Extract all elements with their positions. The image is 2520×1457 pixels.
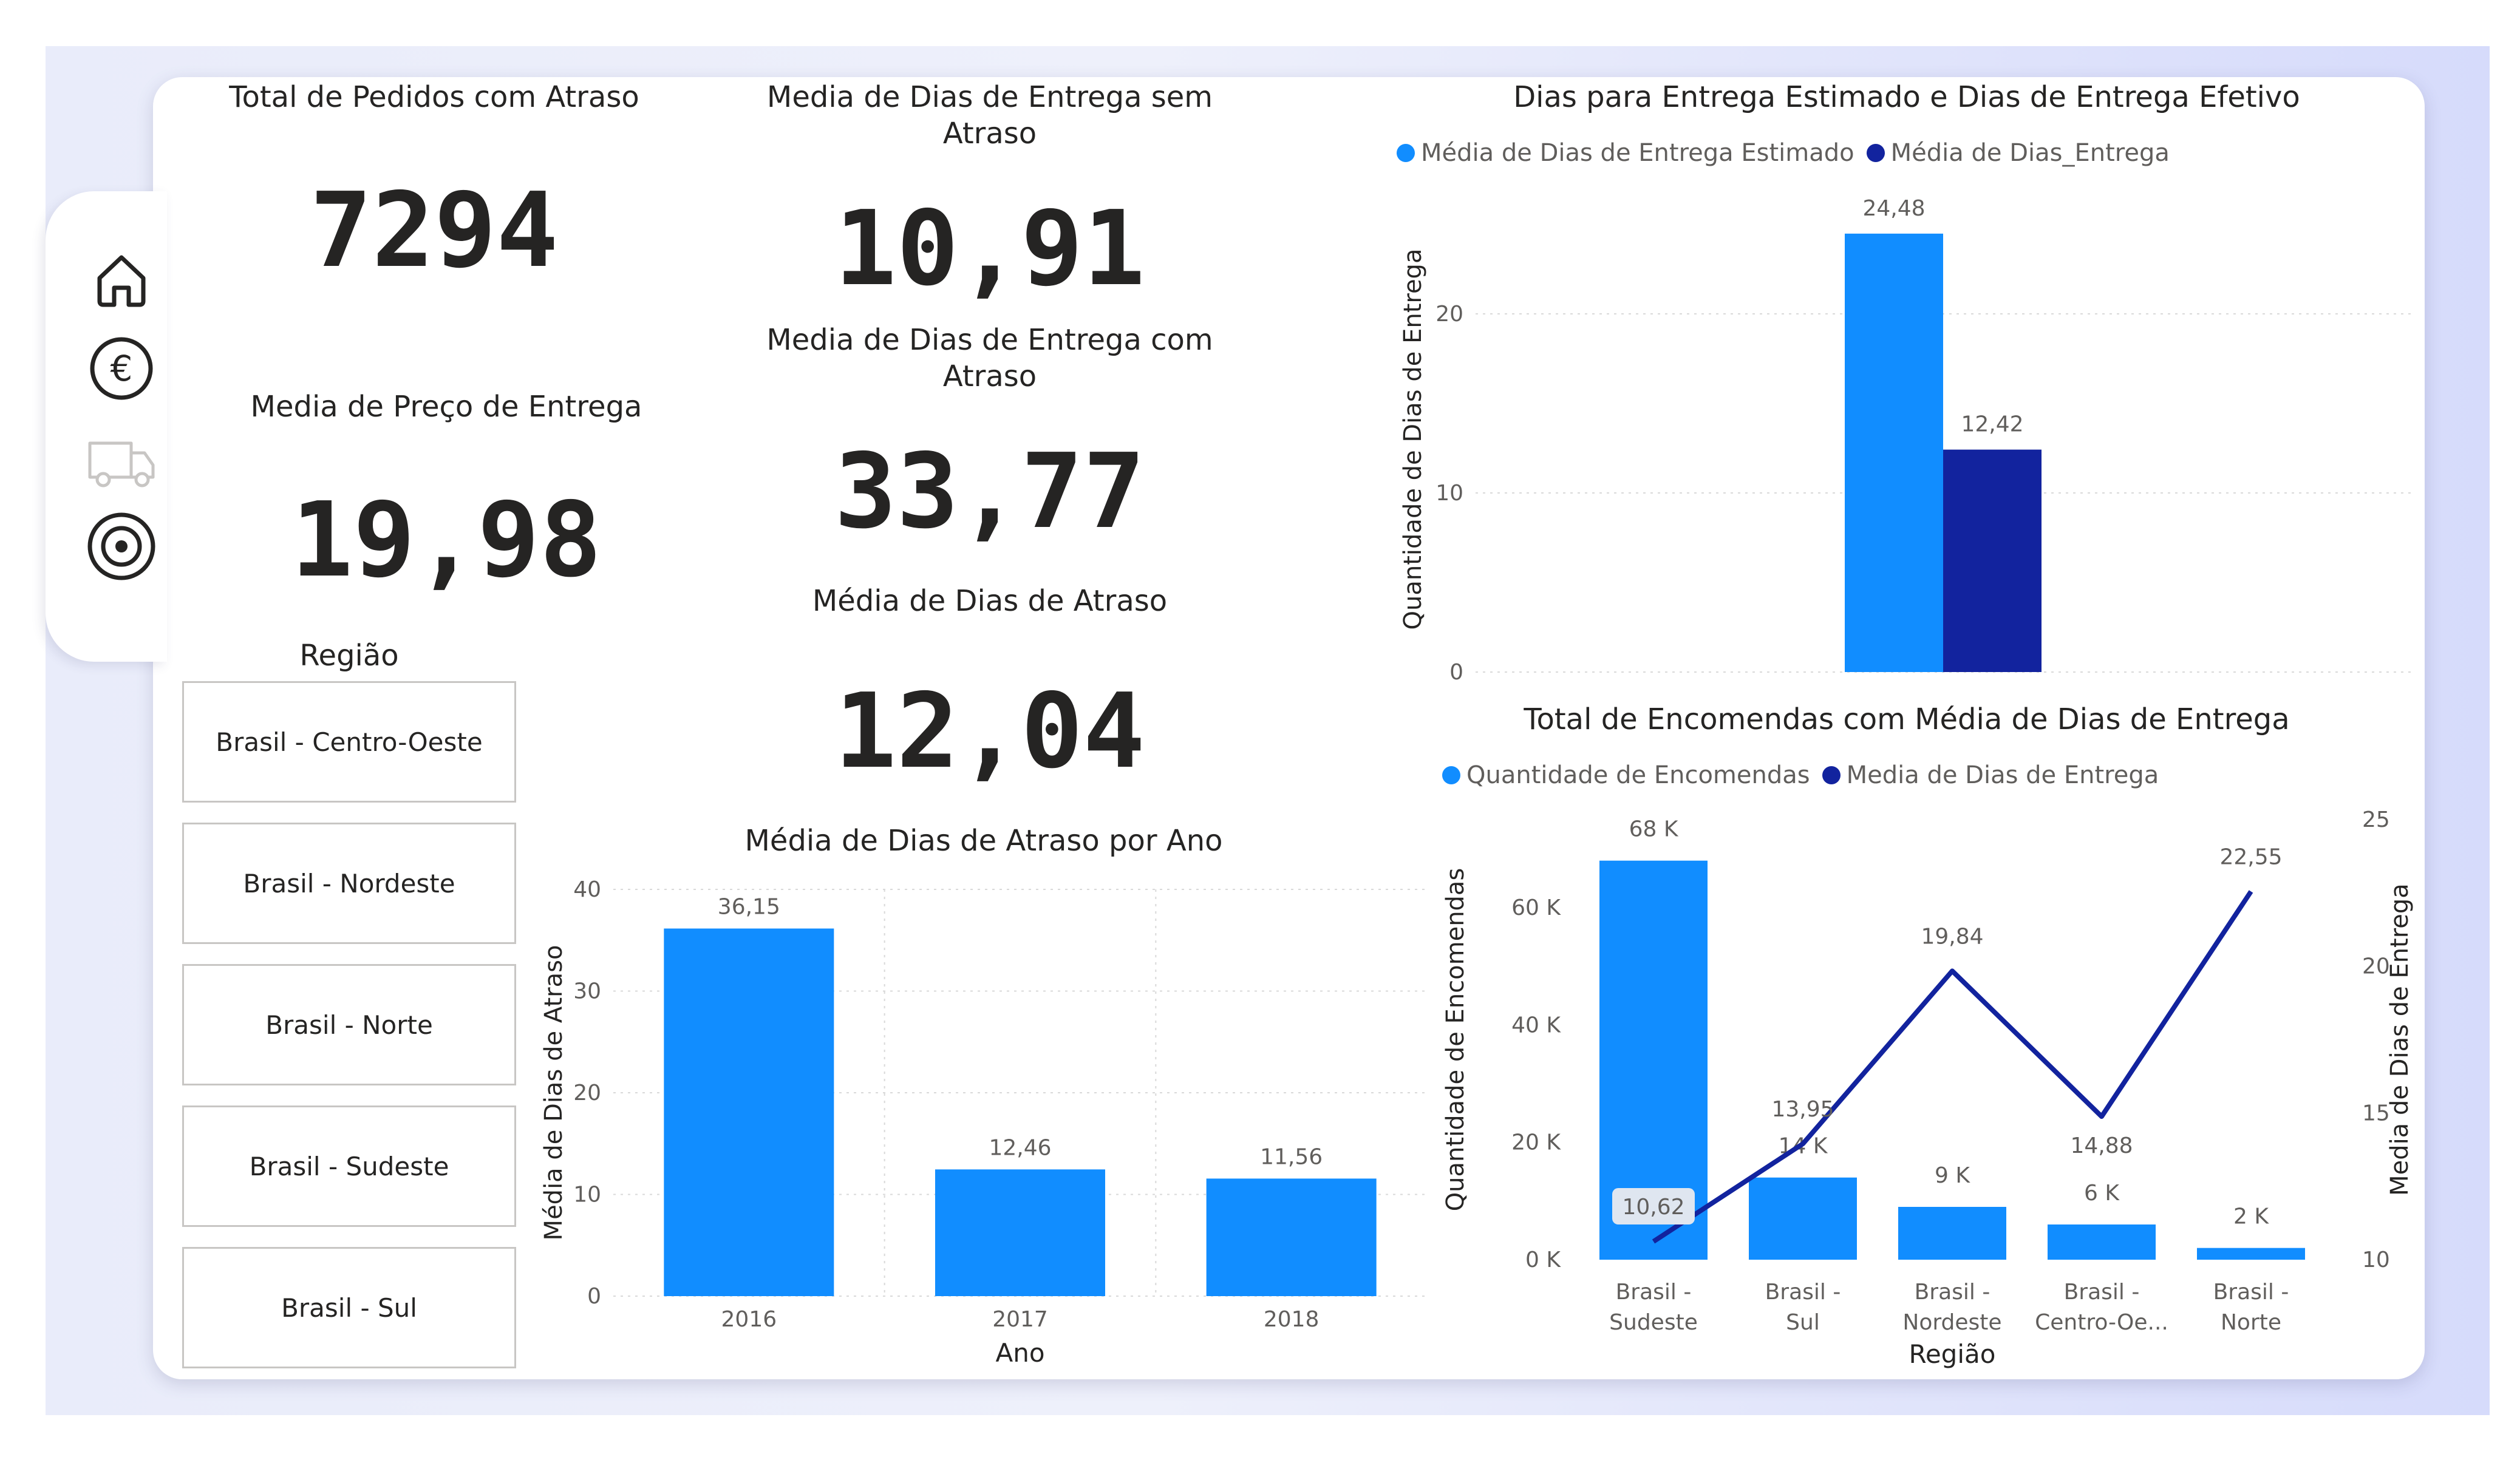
data-label: 12,46 [989, 1135, 1051, 1160]
y-axis-title: Quantidade de Dias de Entrega [1399, 249, 1427, 630]
y-tick-label: 20 [1435, 302, 1463, 327]
data-label: 11,56 [1260, 1144, 1323, 1169]
y-tick-label: 20 [573, 1081, 601, 1105]
y-tick-label: 60 K [1511, 895, 1561, 920]
x-tick-label: Sudeste [1609, 1310, 1698, 1335]
data-label: 9 K [1935, 1163, 1970, 1188]
y-tick-label: 40 K [1511, 1013, 1561, 1038]
y2-axis-title: Media de Dias de Entrega [2386, 883, 2414, 1196]
y-axis-title: Média de Dias de Atraso [540, 945, 568, 1241]
data-label: 10,62 [1622, 1195, 1684, 1220]
bar [2048, 1224, 2156, 1260]
data-label: 6 K [2084, 1181, 2120, 1206]
x-tick-label: Norte [2221, 1310, 2281, 1335]
y-tick-label: 0 [1449, 660, 1463, 685]
x-tick-label: 2016 [721, 1307, 777, 1332]
bar [2197, 1248, 2305, 1260]
bar [1943, 449, 2042, 672]
data-label: 14,88 [2070, 1133, 2133, 1158]
bar [1206, 1178, 1377, 1296]
y-tick-label: 10 [1435, 481, 1463, 506]
y-tick-label: 30 [573, 979, 601, 1004]
data-label: 68 K [1629, 817, 1679, 842]
data-label: 22,55 [2219, 844, 2282, 869]
x-tick-label: Nordeste [1902, 1310, 2001, 1335]
data-label: 12,42 [1961, 412, 2023, 437]
y-tick-label: 20 K [1511, 1130, 1561, 1155]
x-tick-label: Brasil - [2213, 1280, 2289, 1305]
x-tick-label: Brasil - [2064, 1280, 2140, 1305]
data-label: 36,15 [718, 894, 780, 919]
x-tick-label: Centro-Oe... [2035, 1310, 2168, 1335]
bar [1845, 233, 1943, 673]
x-tick-label: Sul [1786, 1310, 1820, 1335]
bar [1749, 1177, 1857, 1260]
x-tick-label: 2017 [992, 1307, 1048, 1332]
y2-tick-label: 10 [2362, 1248, 2390, 1272]
charts-layer: 0 10 20 30 40 36,15 2016 12,46 2017 11,56 2018 Ano M… [540, 196, 2414, 1369]
x-tick-label: Brasil - [1915, 1280, 1990, 1305]
data-label: 13,95 [1771, 1097, 1834, 1122]
y-tick-label: 0 K [1525, 1248, 1561, 1272]
y-tick-label: 10 [573, 1183, 601, 1207]
y2-tick-label: 25 [2362, 807, 2390, 832]
x-axis-title: Ano [995, 1338, 1044, 1368]
bar [664, 928, 834, 1296]
bar [1898, 1207, 2006, 1260]
y-tick-label: 40 [573, 877, 601, 902]
y-axis-title: Quantidade de Encomendas [1442, 868, 1469, 1212]
y-tick-label: 0 [587, 1284, 601, 1309]
x-tick-label: Brasil - [1616, 1280, 1692, 1305]
data-label: 2 K [2233, 1204, 2269, 1229]
x-tick-label: 2018 [1264, 1307, 1320, 1332]
data-label: 19,84 [1921, 924, 1983, 949]
x-axis-title: Região [1909, 1339, 1996, 1369]
x-tick-label: Brasil - [1765, 1280, 1841, 1305]
data-label: 24,48 [1862, 196, 1925, 221]
bar [935, 1169, 1105, 1296]
